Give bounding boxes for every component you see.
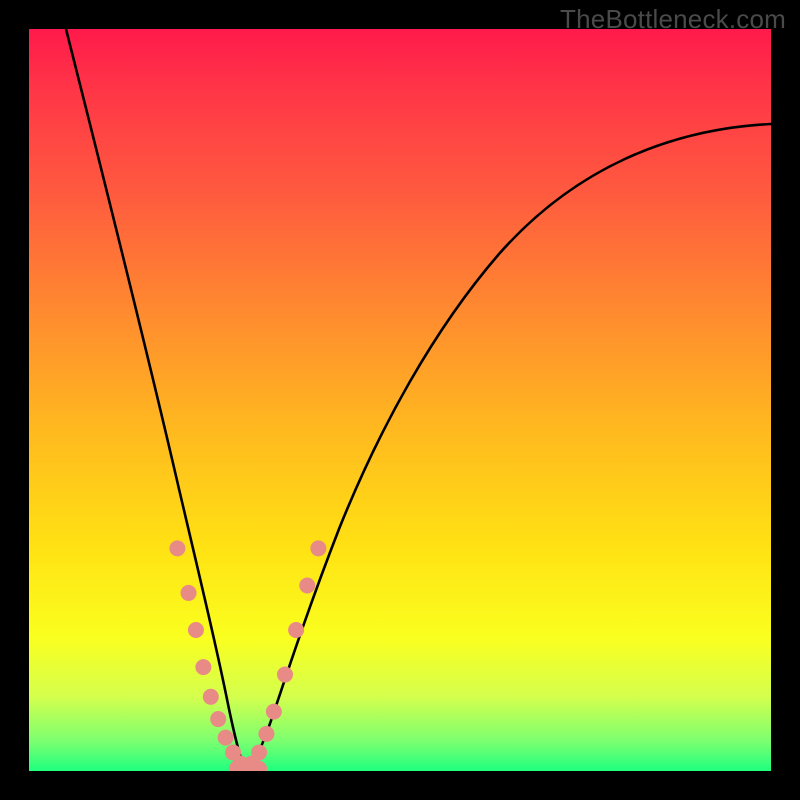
- chart-frame: TheBottleneck.com: [0, 0, 800, 800]
- marker-dot-left: [188, 622, 204, 638]
- marker-dot-left: [169, 540, 185, 556]
- marker-dot-left: [181, 585, 197, 601]
- right-curve: [246, 124, 771, 771]
- marker-dot-right: [277, 667, 293, 683]
- marker-dot-left: [203, 689, 219, 705]
- marker-dot-right: [251, 744, 267, 760]
- chart-svg: [29, 29, 771, 771]
- marker-dot-left: [195, 659, 211, 675]
- marker-group: [169, 540, 326, 771]
- marker-dot-right: [288, 622, 304, 638]
- marker-dot-right: [258, 726, 274, 742]
- marker-dot-left: [210, 711, 226, 727]
- left-curve: [66, 29, 246, 771]
- marker-dot-right: [310, 540, 326, 556]
- marker-dot-left: [218, 730, 234, 746]
- watermark-text: TheBottleneck.com: [560, 4, 786, 35]
- marker-dot-right: [299, 578, 315, 594]
- marker-dot-right: [266, 704, 282, 720]
- curve-group: [66, 29, 771, 771]
